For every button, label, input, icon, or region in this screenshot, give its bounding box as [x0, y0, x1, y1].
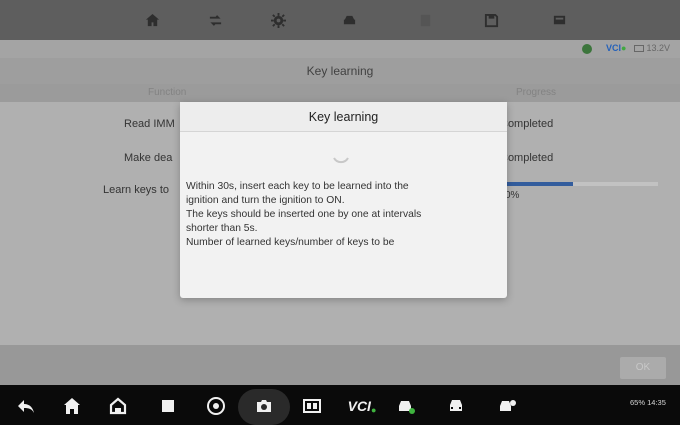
home-icon[interactable]: [144, 12, 160, 28]
dialog-line: ignition and turn the ignition to ON.: [186, 195, 345, 206]
vehicle-connect-icon[interactable]: [396, 396, 416, 416]
dialog-line: shorter than 5s.: [186, 223, 258, 234]
camera-icon[interactable]: [254, 396, 274, 416]
top-toolbar: [0, 0, 680, 40]
save-icon[interactable]: [483, 12, 499, 28]
home-icon[interactable]: [62, 396, 82, 416]
loading-spinner-icon: [330, 144, 352, 166]
screen-record-icon[interactable]: [302, 396, 322, 416]
car-front-icon[interactable]: [446, 396, 466, 416]
chrome-icon[interactable]: [206, 396, 226, 416]
dialog-line: Within 30s, insert each key to be learne…: [186, 181, 409, 192]
swap-icon[interactable]: [207, 12, 223, 28]
house-outline-icon[interactable]: [108, 396, 128, 416]
dialog-message: Within 30s, insert each key to be learne…: [186, 180, 496, 250]
message-icon[interactable]: [551, 12, 567, 28]
car-icon[interactable]: [341, 12, 357, 28]
stop-icon[interactable]: [417, 12, 433, 28]
screen: VCI● 13.2V Key learning Function Progres…: [0, 0, 680, 425]
remote-expert-icon[interactable]: [498, 396, 518, 416]
system-status-text: 65% 14:35: [630, 398, 666, 407]
back-icon[interactable]: [16, 396, 36, 416]
vci-nav-icon[interactable]: VCI ●: [346, 396, 378, 416]
gear-icon[interactable]: [270, 12, 286, 28]
vci-connected-icon: ●: [370, 405, 377, 415]
dialog-line: Number of learned keys/number of keys to…: [186, 237, 395, 248]
recent-apps-icon[interactable]: [158, 396, 178, 416]
dialog-title: Key learning: [180, 102, 507, 132]
dialog-line: The keys should be inserted one by one a…: [186, 209, 422, 220]
vci-nav-label: VCI: [347, 398, 371, 414]
navigation-bar: [0, 385, 680, 425]
key-learning-dialog: Key learning Within 30s, insert each key…: [180, 102, 507, 298]
system-status: 65% 14:35: [630, 398, 666, 407]
